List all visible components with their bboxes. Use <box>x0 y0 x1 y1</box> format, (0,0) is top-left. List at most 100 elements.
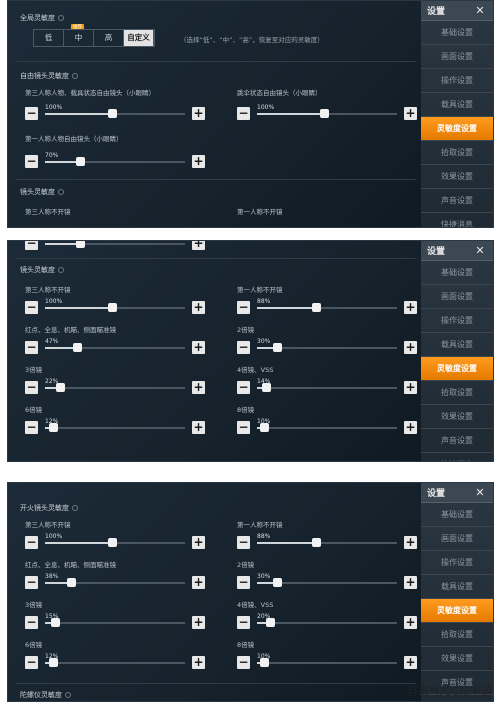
decrease-button[interactable]: − <box>237 107 250 120</box>
sidebar-item-vehicle[interactable]: 载具设置 <box>421 93 493 117</box>
sensitivity-slider[interactable]: −88% + <box>237 532 417 552</box>
decrease-button[interactable]: − <box>25 341 38 354</box>
increase-button[interactable]: + <box>192 656 205 669</box>
decrease-button[interactable]: − <box>25 656 38 669</box>
decrease-button[interactable]: − <box>25 421 38 434</box>
decrease-button[interactable]: − <box>237 421 250 434</box>
sidebar-item-controls[interactable]: 操作设置 <box>421 551 493 575</box>
slider-thumb[interactable] <box>72 343 82 352</box>
sidebar-item-pickup[interactable]: 拾取设置 <box>421 381 493 405</box>
close-icon[interactable]: ✕ <box>473 486 487 500</box>
slider-track[interactable]: 100% <box>45 104 185 118</box>
sidebar-item-effects[interactable]: 效果设置 <box>421 405 493 429</box>
sensitivity-slider[interactable]: −22% + <box>25 377 205 397</box>
increase-button[interactable]: + <box>404 421 417 434</box>
sidebar-item-controls[interactable]: 操作设置 <box>421 309 493 333</box>
slider-thumb[interactable] <box>273 343 283 352</box>
slider-track[interactable]: 38% <box>45 573 185 587</box>
slider-thumb[interactable] <box>108 303 118 312</box>
decrease-button[interactable]: − <box>237 301 250 314</box>
decrease-button[interactable]: − <box>237 576 250 589</box>
preset-low-option[interactable]: 低 <box>34 30 64 46</box>
slider-thumb[interactable] <box>76 241 85 248</box>
increase-button[interactable]: + <box>404 107 417 120</box>
preset-mid-option[interactable]: 中 <box>64 30 94 46</box>
decrease-button[interactable]: − <box>237 616 250 629</box>
sidebar-item-pickup[interactable]: 拾取设置 <box>421 141 493 165</box>
close-icon[interactable]: ✕ <box>473 4 487 18</box>
slider-track[interactable]: 70% <box>45 152 185 166</box>
sensitivity-slider[interactable]: −20% + <box>237 612 417 632</box>
slider-track[interactable]: 88% <box>257 533 397 547</box>
sensitivity-slider[interactable]: −30% + <box>237 572 417 592</box>
sensitivity-slider[interactable]: −88% + <box>237 297 417 317</box>
slider-thumb[interactable] <box>66 578 76 587</box>
decrease-button[interactable]: − <box>25 381 38 394</box>
slider-thumb[interactable] <box>312 538 322 547</box>
slider-track[interactable]: 100% <box>45 533 185 547</box>
slider-thumb[interactable] <box>312 303 322 312</box>
slider-track[interactable]: 20% <box>257 613 397 627</box>
sensitivity-slider[interactable]: −14% + <box>237 377 417 397</box>
sidebar-item-basic[interactable]: 基础设置 <box>421 261 493 285</box>
slider-track[interactable]: 12% <box>45 418 185 432</box>
decrease-button[interactable]: − <box>237 536 250 549</box>
decrease-button[interactable]: − <box>25 301 38 314</box>
slider-thumb[interactable] <box>76 157 85 166</box>
decrease-button[interactable]: − <box>237 381 250 394</box>
preset-high-option[interactable]: 高 <box>94 30 124 46</box>
sensitivity-slider[interactable]: −100% + <box>25 297 205 317</box>
increase-button[interactable]: + <box>192 616 205 629</box>
partial-slider[interactable]: − + <box>25 241 205 253</box>
increase-button[interactable]: + <box>192 241 205 250</box>
sensitivity-slider[interactable]: −12% + <box>25 417 205 437</box>
sidebar-item-pickup[interactable]: 拾取设置 <box>421 623 493 647</box>
increase-button[interactable]: + <box>192 341 205 354</box>
sensitivity-slider[interactable]: −12% + <box>25 652 205 672</box>
sidebar-item-sensitivity[interactable]: 灵敏度设置 <box>421 117 493 141</box>
sidebar-item-graphics[interactable]: 画面设置 <box>421 45 493 69</box>
increase-button[interactable]: + <box>404 301 417 314</box>
fpp-free-camera-slider[interactable]: − 70% + <box>25 151 205 171</box>
slider-track[interactable]: 15% <box>45 613 185 627</box>
increase-button[interactable]: + <box>192 536 205 549</box>
slider-track[interactable]: 10% <box>257 418 397 432</box>
sidebar-item-effects[interactable]: 效果设置 <box>421 647 493 671</box>
sensitivity-slider[interactable]: −47% + <box>25 337 205 357</box>
sidebar-item-quick-msg[interactable]: 快捷消息 <box>421 453 493 461</box>
slider-track[interactable]: 100% <box>257 104 397 118</box>
decrease-button[interactable]: − <box>25 616 38 629</box>
sidebar-item-quick-msg[interactable]: 快捷消息 <box>421 213 493 227</box>
slider-track[interactable]: 10% <box>257 653 397 667</box>
sensitivity-slider[interactable]: −38% + <box>25 572 205 592</box>
slider-track[interactable]: 100% <box>45 298 185 312</box>
increase-button[interactable]: + <box>404 616 417 629</box>
slider-thumb[interactable] <box>320 109 330 118</box>
slider-track[interactable]: 30% <box>257 338 397 352</box>
increase-button[interactable]: + <box>192 155 205 168</box>
sensitivity-slider[interactable]: −10% + <box>237 652 417 672</box>
sensitivity-slider[interactable]: −10% + <box>237 417 417 437</box>
preset-custom-option[interactable]: 自定义 <box>124 30 154 46</box>
sidebar-item-sensitivity[interactable]: 灵敏度设置 <box>421 357 493 381</box>
increase-button[interactable]: + <box>192 107 205 120</box>
increase-button[interactable]: + <box>404 536 417 549</box>
sensitivity-slider[interactable]: −30% + <box>237 337 417 357</box>
increase-button[interactable]: + <box>192 381 205 394</box>
decrease-button[interactable]: − <box>25 536 38 549</box>
increase-button[interactable]: + <box>192 576 205 589</box>
sidebar-item-vehicle[interactable]: 载具设置 <box>421 333 493 357</box>
sidebar-item-audio[interactable]: 声音设置 <box>421 429 493 453</box>
increase-button[interactable]: + <box>192 421 205 434</box>
decrease-button[interactable]: − <box>25 576 38 589</box>
increase-button[interactable]: + <box>404 341 417 354</box>
slider-thumb[interactable] <box>273 578 283 587</box>
sidebar-item-controls[interactable]: 操作设置 <box>421 69 493 93</box>
close-icon[interactable]: ✕ <box>473 244 487 258</box>
decrease-button[interactable]: − <box>25 107 38 120</box>
sensitivity-slider[interactable]: −15% + <box>25 612 205 632</box>
sidebar-item-vehicle[interactable]: 载具设置 <box>421 575 493 599</box>
slider-track[interactable]: 14% <box>257 378 397 392</box>
decrease-button[interactable]: − <box>237 341 250 354</box>
slider-track[interactable]: 30% <box>257 573 397 587</box>
